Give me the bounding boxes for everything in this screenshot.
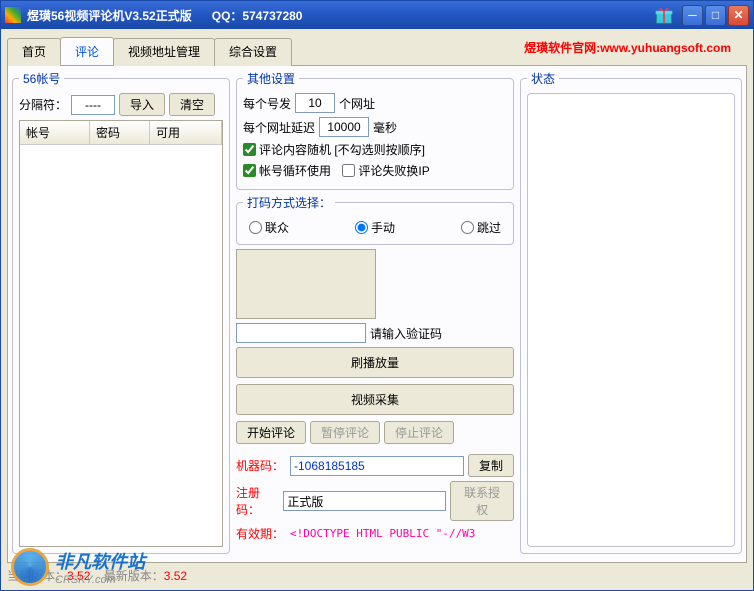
- machine-label: 机器码：: [236, 457, 286, 474]
- expire-label: 有效期：: [236, 525, 286, 542]
- col-enabled[interactable]: 可用: [150, 121, 222, 144]
- copy-button[interactable]: 复制: [468, 454, 514, 477]
- gift-icon[interactable]: [654, 5, 674, 25]
- watermark-logo-icon: [11, 548, 49, 586]
- video-collect-button[interactable]: 视频采集: [236, 384, 514, 415]
- clear-button[interactable]: 清空: [169, 93, 215, 116]
- delay-prefix: 每个网址延迟: [243, 119, 315, 136]
- status-box[interactable]: [527, 93, 735, 547]
- col-password[interactable]: 密码: [90, 121, 150, 144]
- delay-suffix: 毫秒: [373, 119, 397, 136]
- titlebar: 煜璜56视频评论机V3.52正式版 QQ：574737280 ─ □ ✕: [1, 1, 753, 29]
- close-button[interactable]: ✕: [728, 5, 749, 26]
- app-window: 煜璜56视频评论机V3.52正式版 QQ：574737280 ─ □ ✕ 煜璜软…: [0, 0, 754, 591]
- maximize-button[interactable]: □: [705, 5, 726, 26]
- watermark-cn: 非凡软件站: [55, 548, 145, 574]
- tab-home[interactable]: 首页: [7, 38, 61, 66]
- start-comment-button[interactable]: 开始评论: [236, 421, 306, 444]
- stop-comment-button[interactable]: 停止评论: [384, 421, 454, 444]
- captcha-input[interactable]: [236, 323, 366, 343]
- contact-auth-button[interactable]: 联系授权: [450, 481, 514, 521]
- captcha-hint: 请输入验证码: [370, 325, 442, 342]
- app-icon: [5, 7, 21, 23]
- radio-skip[interactable]: [461, 221, 474, 234]
- delay-input[interactable]: [319, 117, 369, 137]
- separator-input[interactable]: [71, 95, 115, 115]
- official-site-link[interactable]: 煜璜软件官网:www.yuhuangsoft.com: [524, 37, 741, 60]
- tab-comment[interactable]: 评论: [60, 37, 114, 65]
- cb-loop-account[interactable]: [243, 164, 256, 177]
- col-account[interactable]: 帐号: [20, 121, 90, 144]
- account-grid[interactable]: 帐号 密码 可用: [19, 120, 223, 547]
- watermark-en: CRSKY.com: [55, 574, 145, 586]
- captcha-legend: 打码方式选择：: [243, 194, 335, 211]
- accounts-legend: 56帐号: [19, 70, 64, 87]
- cb-random-content[interactable]: [243, 143, 256, 156]
- brush-play-button[interactable]: 刷播放量: [236, 347, 514, 378]
- per-account-input[interactable]: [295, 93, 335, 113]
- import-button[interactable]: 导入: [119, 93, 165, 116]
- tab-video-url[interactable]: 视频地址管理: [113, 38, 215, 66]
- watermark: 非凡软件站 CRSKY.com: [11, 548, 145, 586]
- reg-label: 注册码：: [236, 484, 279, 518]
- title-text: 煜璜56视频评论机V3.52正式版 QQ：574737280: [27, 7, 654, 24]
- minimize-button[interactable]: ─: [682, 5, 703, 26]
- cb-fail-ip[interactable]: [342, 164, 355, 177]
- cb-random-label: 评论内容随机 [不勾选则按顺序]: [259, 141, 425, 158]
- reg-code-input[interactable]: [283, 491, 446, 511]
- captcha-image: [236, 249, 376, 319]
- cb-loop-label: 帐号循环使用: [259, 162, 331, 179]
- machine-code[interactable]: [290, 456, 464, 476]
- per-account-prefix: 每个号发: [243, 95, 291, 112]
- cb-failip-label: 评论失败换IP: [358, 162, 429, 179]
- separator-label: 分隔符：: [19, 96, 67, 113]
- radio-manual[interactable]: [355, 221, 368, 234]
- other-settings-legend: 其他设置: [243, 70, 299, 87]
- per-account-suffix: 个网址: [339, 95, 375, 112]
- tab-settings[interactable]: 综合设置: [214, 38, 292, 66]
- pause-comment-button[interactable]: 暂停评论: [310, 421, 380, 444]
- expire-value: <!DOCTYPE HTML PUBLIC "-//W3: [290, 527, 475, 540]
- radio-lianzhong[interactable]: [249, 221, 262, 234]
- status-legend: 状态: [527, 70, 559, 87]
